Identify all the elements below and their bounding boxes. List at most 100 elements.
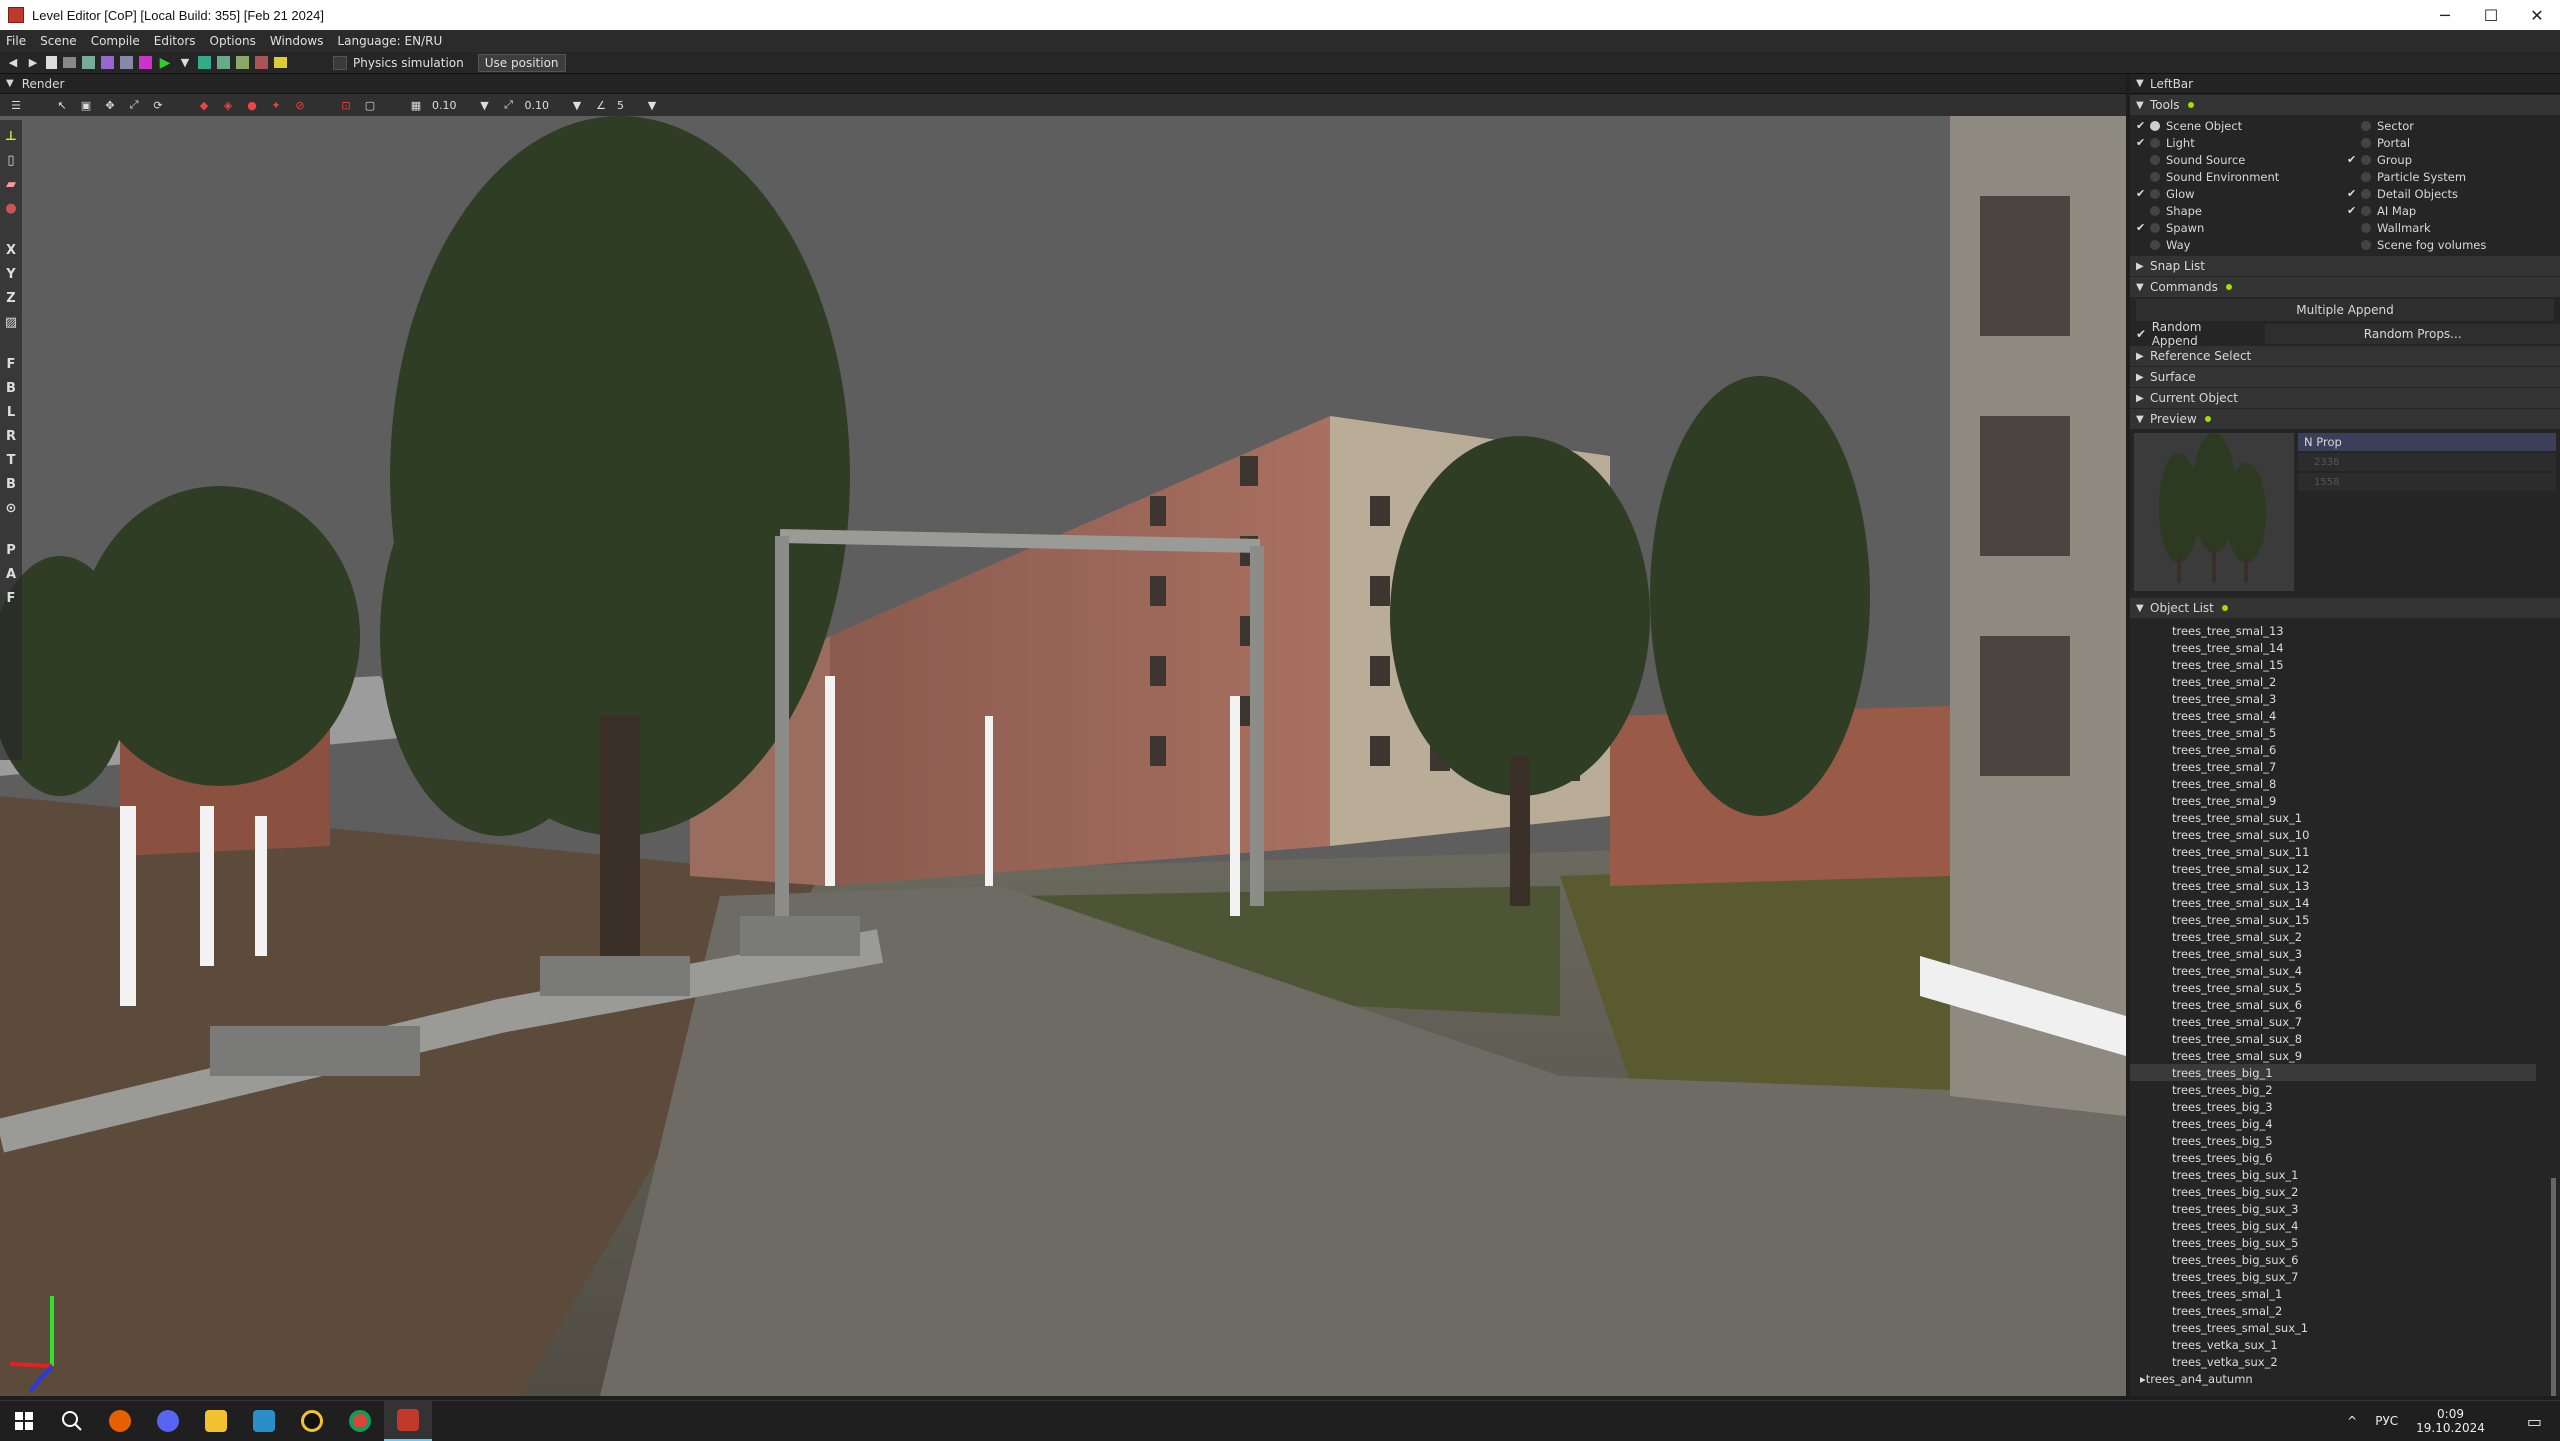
tool-radio[interactable] <box>2150 222 2160 233</box>
grid-snap-dropdown-icon[interactable]: ▼ <box>477 97 493 113</box>
frame-icon[interactable]: ▯ <box>7 153 14 171</box>
list-item[interactable]: trees_trees_big_sux_6 <box>2130 1251 2560 1268</box>
axis-y-button[interactable]: Y <box>6 267 15 285</box>
list-item[interactable]: trees_tree_smal_15 <box>2130 656 2560 673</box>
axis-x-button[interactable]: X <box>6 243 16 261</box>
tool-row[interactable]: ✔ Scene Object <box>2136 117 2347 134</box>
save-icon[interactable] <box>82 56 95 69</box>
play-options-icon[interactable]: ▼ <box>178 56 192 70</box>
scale-snap-icon[interactable]: ⤢ <box>501 97 517 113</box>
start-button[interactable] <box>0 1401 48 1441</box>
view-left-button[interactable]: L <box>7 405 15 423</box>
list-item[interactable]: trees_trees_big_5 <box>2130 1132 2560 1149</box>
menu-options[interactable]: Options <box>210 34 256 48</box>
list-item[interactable]: trees_trees_big_1 <box>2130 1064 2536 1081</box>
menu-compile[interactable]: Compile <box>91 34 140 48</box>
list-item[interactable]: trees_tree_smal_4 <box>2130 707 2560 724</box>
menu-icon[interactable]: ☰ <box>8 97 24 113</box>
use-position-button[interactable]: Use position <box>477 53 566 72</box>
layers-icon[interactable]: ▰ <box>6 177 16 195</box>
angle-snap-dropdown-icon[interactable]: ▼ <box>644 97 660 113</box>
tool-row[interactable]: ✔ Group <box>2347 151 2558 168</box>
list-item[interactable]: trees_tree_smal_9 <box>2130 792 2560 809</box>
tool-radio[interactable] <box>2361 222 2371 233</box>
section-preview[interactable]: ▼ Preview <box>2130 409 2560 429</box>
tool-visibility-checkbox[interactable]: ✔ <box>2136 119 2150 132</box>
build-icon[interactable] <box>101 56 114 69</box>
view-top-button[interactable]: T <box>7 453 16 471</box>
list-item[interactable]: trees_tree_smal_sux_3 <box>2130 945 2560 962</box>
tool-visibility-checkbox[interactable]: ✔ <box>2136 221 2150 234</box>
tool-radio[interactable] <box>2361 205 2371 216</box>
axis-zx-icon[interactable]: ▨ <box>5 315 17 333</box>
tool-row[interactable]: ✔ Detail Objects <box>2347 185 2558 202</box>
tray-overflow-icon[interactable]: ^ <box>2347 1414 2357 1428</box>
section-commands[interactable]: ▼ Commands <box>2130 277 2560 297</box>
list-item[interactable]: trees_tree_smal_sux_10 <box>2130 826 2560 843</box>
camera-free-button[interactable]: F <box>7 591 16 609</box>
list-item[interactable]: trees_tree_smal_5 <box>2130 724 2560 741</box>
angle-snap-value[interactable]: 5 <box>617 99 624 112</box>
render-viewport[interactable]: ☰ ↖ ▣ ✥ ⤢ ⟳ ◆ ◈ ● ✦ ⊘ ⊡ ▢ ▦ 0.10 ▼ ⤢ 0.1… <box>0 94 2126 1396</box>
list-item[interactable]: trees_trees_big_sux_1 <box>2130 1166 2560 1183</box>
folder-icon[interactable] <box>274 57 287 68</box>
random-append-checkbox[interactable]: ✔ <box>2136 327 2152 341</box>
tool-radio[interactable] <box>2150 205 2160 216</box>
axis-z-button[interactable]: Z <box>6 291 15 309</box>
grid-snap-icon[interactable]: ▦ <box>408 97 424 113</box>
tool-row[interactable]: Way <box>2136 236 2347 253</box>
tool-radio[interactable] <box>2361 171 2371 182</box>
tool-radio[interactable] <box>2150 171 2160 182</box>
list-item[interactable]: trees_tree_smal_sux_6 <box>2130 996 2560 1013</box>
redo-icon[interactable]: ▶ <box>26 56 40 70</box>
tool-radio[interactable] <box>2150 120 2160 131</box>
random-props-button[interactable]: Random Props... <box>2265 324 2560 344</box>
list-item[interactable]: trees_trees_big_sux_2 <box>2130 1183 2560 1200</box>
add-tool-icon[interactable]: ▣ <box>78 97 94 113</box>
list-item[interactable]: trees_tree_smal_2 <box>2130 673 2560 690</box>
taskbar-explorer[interactable] <box>192 1401 240 1441</box>
tool-visibility-checkbox[interactable]: ✔ <box>2347 153 2361 166</box>
tool-row[interactable]: Particle System <box>2347 168 2558 185</box>
list-item[interactable]: trees_tree_smal_sux_5 <box>2130 979 2560 996</box>
tool-row[interactable]: Portal <box>2347 134 2558 151</box>
grid-snap-value[interactable]: 0.10 <box>432 99 457 112</box>
tool-visibility-checkbox[interactable]: ✔ <box>2347 187 2361 200</box>
tool-row[interactable]: Shape <box>2136 202 2347 219</box>
scale-snap-dropdown-icon[interactable]: ▼ <box>569 97 585 113</box>
tool-radio[interactable] <box>2150 137 2160 148</box>
tool-row[interactable]: Wallmark <box>2347 219 2558 236</box>
list-item[interactable]: trees_trees_smal_2 <box>2130 1302 2560 1319</box>
tools-icon[interactable] <box>236 56 249 69</box>
list-item[interactable]: trees_trees_smal_sux_1 <box>2130 1319 2560 1336</box>
physics-simulation-checkbox[interactable] <box>333 55 347 70</box>
tool-row[interactable]: Sector <box>2347 117 2558 134</box>
section-surface[interactable]: ▶ Surface <box>2130 367 2560 387</box>
maximize-button[interactable]: ☐ <box>2468 0 2514 30</box>
list-item[interactable]: trees_trees_big_sux_4 <box>2130 1217 2560 1234</box>
menu-file[interactable]: File <box>6 34 26 48</box>
compile-icon[interactable] <box>139 56 152 69</box>
snap-vertex-icon[interactable]: ◈ <box>220 97 236 113</box>
list-item[interactable]: trees_trees_big_6 <box>2130 1149 2560 1166</box>
camera-planar-button[interactable]: P <box>6 543 16 561</box>
tool-radio[interactable] <box>2361 120 2371 131</box>
move-tool-icon[interactable]: ✥ <box>102 97 118 113</box>
angle-snap-icon[interactable]: ∠ <box>593 97 609 113</box>
list-item[interactable]: trees_trees_big_sux_3 <box>2130 1200 2560 1217</box>
play-icon[interactable]: ▶ <box>158 55 172 71</box>
view-reset-icon[interactable]: ⊙ <box>6 501 17 519</box>
list-item[interactable]: trees_trees_big_sux_7 <box>2130 1268 2560 1285</box>
multiple-append-button[interactable]: Multiple Append <box>2136 299 2554 321</box>
view-front-button[interactable]: F <box>7 357 16 375</box>
undo-icon[interactable]: ◀ <box>6 56 20 70</box>
taskbar-discord[interactable] <box>144 1401 192 1441</box>
light-icon[interactable]: ● <box>5 201 16 219</box>
tool-row[interactable]: ✔ Spawn <box>2136 219 2347 236</box>
list-item[interactable]: trees_trees_smal_1 <box>2130 1285 2560 1302</box>
list-item[interactable]: trees_tree_smal_3 <box>2130 690 2560 707</box>
menu-scene[interactable]: Scene <box>40 34 77 48</box>
notifications-icon[interactable]: ▭ <box>2527 1412 2542 1431</box>
camera-icon[interactable]: ▢ <box>362 97 378 113</box>
list-item[interactable]: trees_tree_smal_14 <box>2130 639 2560 656</box>
